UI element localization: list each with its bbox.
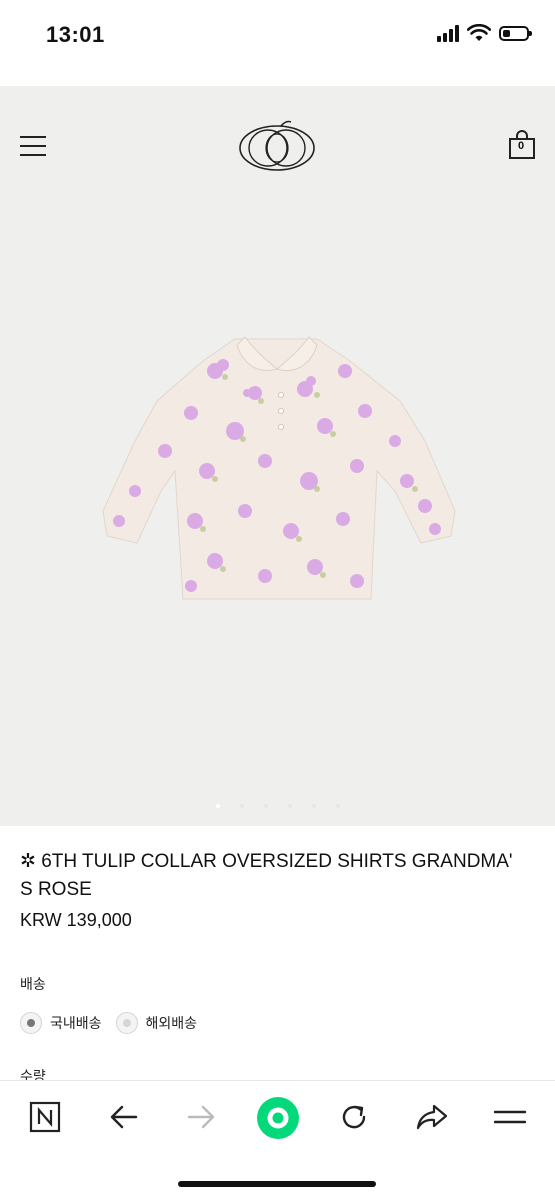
shipping-label: 배송 [20,976,46,992]
shipping-option-label: 해외배송 [145,1015,198,1031]
menu-icon[interactable] [490,1097,530,1137]
brand-logo[interactable] [237,116,317,174]
radio-button[interactable] [115,1012,138,1034]
shipping-option-domestic[interactable]: 국내배송 [20,1012,102,1034]
refresh-icon[interactable] [334,1097,374,1137]
status-time: 13:01 [46,22,105,47]
naver-home-icon[interactable] [25,1097,65,1137]
carousel-dot[interactable] [263,804,268,808]
carousel-indicator[interactable] [0,804,555,808]
hamburger-menu-icon[interactable] [20,136,46,156]
radio-dot [27,1019,35,1027]
carousel-dot[interactable] [335,804,340,808]
product-title: ✲ 6TH TULIP COLLAR OVERSIZED SHIRTS GRAN… [20,851,513,900]
product-price: KRW 139,000 [20,910,132,930]
battery-level [503,29,510,37]
forward-arrow-icon[interactable] [181,1097,221,1137]
back-arrow-icon[interactable] [104,1097,144,1137]
radio-button[interactable] [20,1012,42,1034]
shipping-option-label: 국내배송 [50,1015,102,1031]
carousel-dot[interactable] [239,804,244,808]
carousel-dot[interactable] [215,804,220,808]
wifi-icon [467,24,491,41]
site-header: 0 [0,86,555,206]
product-image[interactable] [95,331,460,606]
shipping-option-overseas[interactable]: 해외배송 [115,1012,198,1034]
home-indicator[interactable] [178,1181,376,1187]
cart-count: 0 [517,140,525,152]
cart-button[interactable]: 0 [508,130,536,160]
green-search-icon[interactable] [256,1096,300,1140]
radio-dot [122,1019,131,1027]
battery-icon [499,25,532,41]
carousel-dot[interactable] [311,804,316,808]
status-bar: 13:01 [0,0,555,86]
shipping-options: 국내배송 해외배송 [20,1012,211,1034]
cellular-signal-icon [437,24,459,42]
product-hero: 0 [0,86,555,826]
share-icon[interactable] [412,1097,452,1137]
status-icons [437,24,532,42]
quantity-label: 수량 [20,1068,46,1080]
carousel-dot[interactable] [287,804,292,808]
